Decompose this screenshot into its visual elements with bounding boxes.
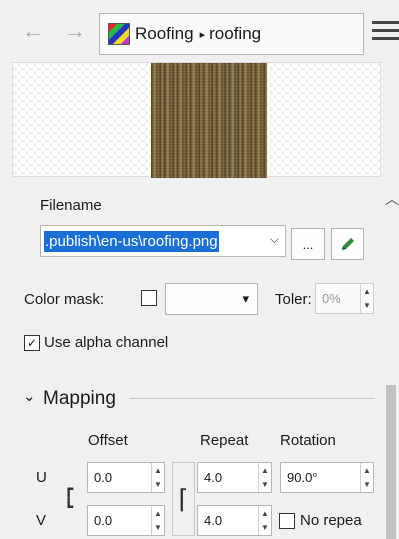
v-offset-stepper[interactable]: 0.0 ▲ ▼ bbox=[87, 505, 165, 536]
stepper-arrows-icon[interactable]: ▲ ▼ bbox=[258, 463, 271, 492]
link-repeat-icon[interactable]: ⌈ bbox=[172, 462, 195, 536]
v-row-label: V bbox=[36, 512, 47, 529]
u-row-label: U bbox=[36, 469, 47, 486]
toolbar: ← → Roofing ▸ roofing bbox=[0, 0, 399, 62]
scroll-thumb[interactable] bbox=[386, 385, 396, 539]
color-mask-dropdown[interactable]: ▾ bbox=[165, 283, 258, 315]
texture-image bbox=[151, 63, 267, 178]
breadcrumb-item-roofing-child[interactable]: roofing bbox=[209, 24, 261, 44]
u-offset-value: 0.0 bbox=[94, 470, 113, 485]
tolerance-stepper[interactable]: 0% ▲ ▼ bbox=[315, 283, 374, 314]
stepper-arrows-icon[interactable]: ▲ ▼ bbox=[360, 463, 373, 492]
hamburger-menu-icon[interactable] bbox=[372, 21, 399, 45]
breadcrumb[interactable]: Roofing ▸ roofing bbox=[99, 13, 364, 55]
material-swatch-icon bbox=[108, 23, 130, 45]
chevron-down-icon: ▾ bbox=[242, 291, 249, 306]
stepper-arrows-icon[interactable]: ▲ ▼ bbox=[151, 506, 164, 535]
u-offset-stepper[interactable]: 0.0 ▲ ▼ bbox=[87, 462, 165, 493]
filename-value[interactable]: .publish\en-us\roofing.png bbox=[44, 230, 219, 252]
section-divider bbox=[130, 398, 375, 399]
alpha-channel-label: Use alpha channel bbox=[44, 334, 169, 351]
stepper-arrows-icon[interactable]: ▲ ▼ bbox=[258, 506, 271, 535]
offset-column-header: Offset bbox=[88, 432, 128, 449]
alpha-channel-checkbox[interactable]: ✓ bbox=[24, 335, 40, 351]
u-repeat-value: 4.0 bbox=[204, 470, 223, 485]
browse-button[interactable]: ... bbox=[291, 228, 325, 260]
breadcrumb-item-roofing[interactable]: Roofing bbox=[135, 24, 194, 44]
v-offset-value: 0.0 bbox=[94, 513, 113, 528]
filename-field[interactable]: .publish\en-us\roofing.png ⌵ bbox=[40, 225, 286, 257]
color-mask-checkbox[interactable] bbox=[141, 290, 157, 306]
tolerance-value: 0% bbox=[322, 291, 341, 306]
rotation-column-header: Rotation bbox=[280, 432, 336, 449]
link-offset-icon[interactable]: ┏ ┗ bbox=[64, 480, 73, 516]
filename-label: Filename bbox=[40, 197, 102, 214]
no-repeat-checkbox[interactable] bbox=[279, 513, 295, 529]
breadcrumb-separator: ▸ bbox=[199, 28, 206, 41]
v-repeat-stepper[interactable]: 4.0 ▲ ▼ bbox=[197, 505, 272, 536]
pencil-icon bbox=[341, 238, 354, 250]
chevron-down-icon[interactable]: ⌄ bbox=[23, 387, 36, 405]
no-repeat-label: No repea bbox=[300, 512, 362, 529]
stepper-arrows-icon[interactable]: ▲ ▼ bbox=[151, 463, 164, 492]
u-rotation-stepper[interactable]: 90.0° ▲ ▼ bbox=[280, 462, 374, 493]
forward-arrow-icon[interactable]: → bbox=[64, 20, 86, 42]
u-repeat-stepper[interactable]: 4.0 ▲ ▼ bbox=[197, 462, 272, 493]
repeat-column-header: Repeat bbox=[200, 432, 249, 449]
stepper-arrows-icon[interactable]: ▲ ▼ bbox=[360, 284, 373, 313]
edit-button[interactable] bbox=[331, 228, 364, 260]
tolerance-label: Toler: bbox=[275, 291, 312, 308]
chevron-down-icon[interactable]: ⌵ bbox=[270, 232, 279, 247]
color-mask-label: Color mask: bbox=[24, 291, 105, 308]
back-arrow-icon[interactable]: ← bbox=[22, 20, 44, 42]
scrollbar[interactable]: ︿ bbox=[382, 185, 399, 539]
u-rotation-value: 90.0° bbox=[287, 470, 318, 485]
mapping-section-title[interactable]: Mapping bbox=[43, 388, 116, 410]
v-repeat-value: 4.0 bbox=[204, 513, 223, 528]
scroll-up-icon[interactable]: ︿ bbox=[385, 189, 399, 209]
texture-preview bbox=[12, 62, 381, 178]
